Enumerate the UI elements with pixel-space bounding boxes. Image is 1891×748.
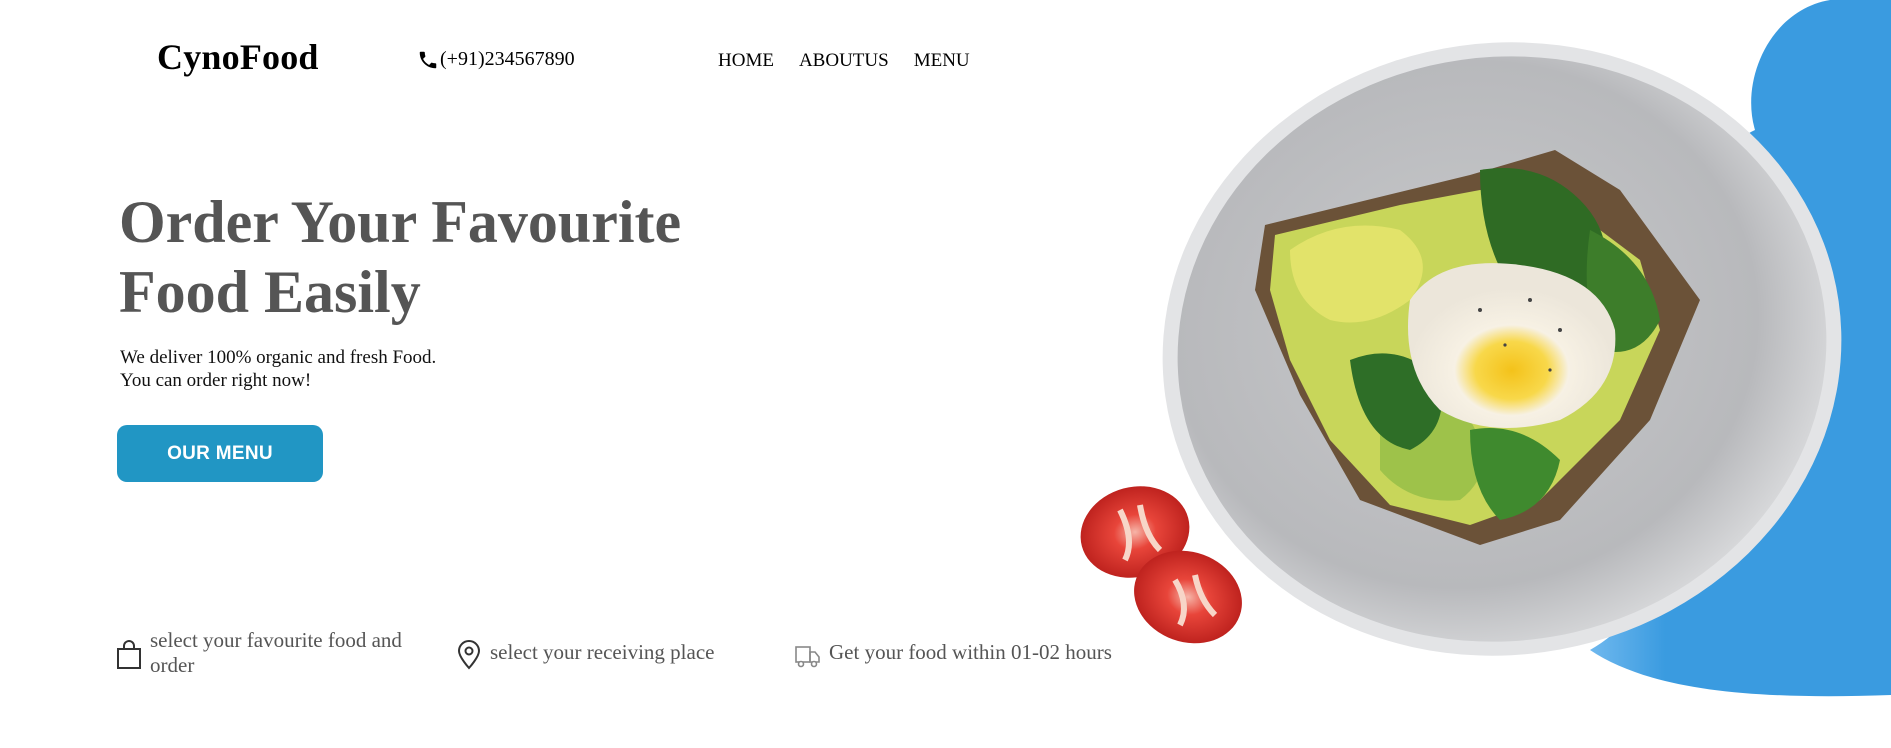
- hero-text-line-2: You can order right now!: [120, 370, 312, 391]
- hero-description: We deliver 100% organic and fresh Food. …: [120, 346, 436, 392]
- feature-receiving-place: select your receiving place: [456, 640, 714, 670]
- feature-text: select your receiving place: [490, 640, 715, 664]
- phone-number[interactable]: (+91)234567890: [440, 48, 575, 71]
- hero-food-illustration: [1080, 0, 1891, 697]
- hero-title-line-1: Order Your Favourite: [119, 189, 682, 255]
- hero-title: Order Your Favourite Food Easily: [119, 187, 819, 327]
- landing-page: CynoFood (+91)234567890 HOME ABOUTUS MEN…: [0, 0, 1891, 748]
- delivery-truck-icon: [795, 640, 821, 670]
- nav-menu[interactable]: MENU: [914, 50, 970, 72]
- nav-aboutus[interactable]: ABOUTUS: [799, 50, 889, 72]
- hero-title-line-2: Food Easily: [119, 259, 421, 325]
- logo[interactable]: CynoFood: [157, 36, 319, 78]
- hero-text-line-1: We deliver 100% organic and fresh Food.: [120, 347, 437, 368]
- nav-home[interactable]: HOME: [718, 50, 774, 72]
- location-pin-icon: [456, 640, 482, 670]
- feature-text: select your favourite food and order: [150, 628, 402, 677]
- main-nav: HOME ABOUTUS MENU: [718, 50, 970, 72]
- shopping-bag-icon: [116, 640, 142, 670]
- phone-icon: [417, 49, 439, 71]
- our-menu-button[interactable]: OUR MENU: [117, 425, 323, 482]
- phone-contact: (+91)234567890: [417, 48, 575, 71]
- feature-select-food: select your favourite food and order: [116, 628, 436, 678]
